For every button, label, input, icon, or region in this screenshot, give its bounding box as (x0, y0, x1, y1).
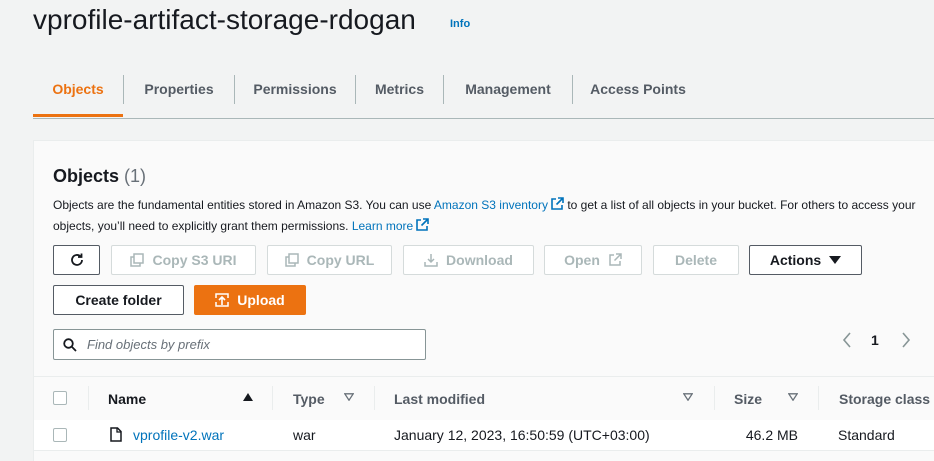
search-field[interactable] (53, 329, 426, 360)
column-header-storage-class[interactable]: Storage class (839, 391, 930, 407)
upload-icon (215, 293, 230, 307)
create-folder-label: Create folder (75, 292, 162, 308)
column-divider (818, 386, 819, 410)
copy-icon (130, 253, 145, 267)
objects-heading: Objects (1) (53, 166, 146, 187)
column-header-size[interactable]: Size (734, 391, 762, 407)
page-title: vprofile-artifact-storage-rdogan (33, 4, 416, 35)
column-divider (714, 386, 715, 410)
objects-description: Objects are the fundamental entities sto… (53, 195, 934, 237)
sort-icon[interactable] (344, 393, 354, 401)
external-link-icon (551, 197, 564, 210)
copy-icon (284, 253, 299, 267)
tab-properties[interactable]: Properties (124, 70, 234, 117)
bucket-header: vprofile-artifact-storage-rdogan Info Ob… (0, 0, 934, 140)
copy-s3-uri-button[interactable]: Copy S3 URI (111, 245, 256, 275)
refresh-button[interactable] (53, 245, 100, 275)
delete-label: Delete (674, 252, 718, 268)
download-icon (424, 254, 438, 267)
caret-down-icon (829, 256, 842, 264)
create-folder-button[interactable]: Create folder (53, 285, 184, 315)
copy-s3-uri-label: Copy S3 URI (152, 252, 237, 268)
column-header-last-modified[interactable]: Last modified (394, 391, 485, 407)
table-row[interactable]: vprofile-v2.war war January 12, 2023, 16… (34, 420, 934, 451)
column-divider (88, 386, 89, 410)
delete-button[interactable]: Delete (653, 245, 739, 275)
upload-label: Upload (237, 292, 285, 308)
tab-access-points[interactable]: Access Points (573, 70, 703, 117)
sort-icon[interactable] (683, 393, 693, 401)
column-divider (272, 386, 273, 410)
s3-inventory-link[interactable]: Amazon S3 inventory (434, 197, 564, 212)
chevron-right-icon[interactable] (900, 331, 912, 349)
info-link[interactable]: Info (450, 18, 470, 30)
copy-url-button[interactable]: Copy URL (267, 245, 392, 275)
search-icon (63, 338, 77, 352)
objects-panel: Objects (1) Objects are the fundamental … (33, 140, 934, 461)
description-text: objects, you’ll need to explicitly grant… (53, 219, 352, 233)
open-button[interactable]: Open (544, 245, 642, 275)
refresh-icon (70, 253, 83, 266)
download-button[interactable]: Download (403, 245, 534, 275)
learn-more-link[interactable]: Learn more (352, 218, 429, 233)
object-size: 46.2 MB (745, 427, 798, 443)
chevron-left-icon[interactable] (841, 331, 853, 349)
external-link-icon (416, 218, 429, 231)
actions-dropdown[interactable]: Actions (749, 245, 862, 275)
objects-count: (1) (124, 166, 147, 186)
actions-label: Actions (769, 252, 822, 268)
search-input[interactable] (87, 335, 417, 354)
object-name-link[interactable]: vprofile-v2.war (133, 427, 224, 443)
open-label: Open (564, 252, 600, 268)
tab-objects[interactable]: Objects (33, 70, 123, 117)
select-all-checkbox[interactable] (53, 391, 67, 405)
description-text: Objects are the fundamental entities sto… (53, 198, 434, 212)
objects-heading-label: Objects (53, 166, 120, 186)
column-header-type[interactable]: Type (293, 391, 325, 407)
object-type: war (293, 427, 316, 443)
column-header-name[interactable]: Name (108, 391, 146, 407)
column-divider (374, 386, 375, 410)
tab-metrics[interactable]: Metrics (356, 70, 443, 117)
external-link-icon (609, 253, 622, 266)
sort-ascending-icon[interactable] (243, 393, 253, 401)
table-header: Name Type Last modified Size Storage cla… (34, 376, 934, 421)
upload-button[interactable]: Upload (194, 285, 306, 315)
tab-bar: Objects Properties Permissions Metrics M… (33, 70, 934, 119)
file-icon (110, 427, 122, 442)
page-number[interactable]: 1 (871, 332, 879, 348)
tab-management[interactable]: Management (444, 70, 572, 117)
sort-icon[interactable] (788, 393, 798, 401)
object-storage-class: Standard (838, 427, 895, 443)
description-text: to get a list of all objects in your buc… (563, 198, 916, 212)
object-last-modified: January 12, 2023, 16:50:59 (UTC+03:00) (394, 427, 650, 443)
copy-url-label: Copy URL (306, 252, 375, 268)
tab-permissions[interactable]: Permissions (235, 70, 355, 117)
row-checkbox[interactable] (53, 428, 67, 442)
download-label: Download (446, 252, 513, 268)
